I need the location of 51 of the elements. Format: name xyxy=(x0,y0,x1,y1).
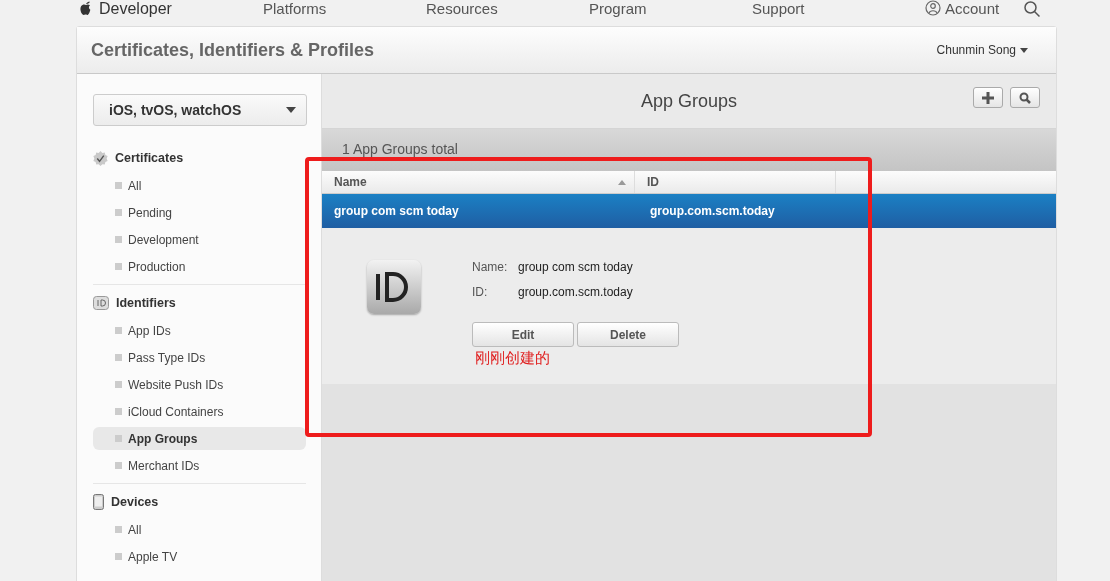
id-badge-icon xyxy=(93,296,109,310)
nav-link[interactable]: Program xyxy=(589,0,752,17)
user-menu[interactable]: Chunmin Song xyxy=(936,43,1028,57)
section-title: Identifiers xyxy=(116,296,176,310)
caret-icon xyxy=(1020,47,1028,53)
field-label: ID: xyxy=(472,285,489,301)
field-value: group com scm today xyxy=(518,260,633,276)
caret-icon xyxy=(286,107,296,113)
add-button[interactable] xyxy=(973,87,1003,108)
search-button[interactable] xyxy=(1010,87,1040,108)
certificate-badge-icon xyxy=(93,150,108,166)
nav-link[interactable]: Support xyxy=(752,0,915,17)
table-row[interactable]: group com scm today group.com.scm.today xyxy=(322,194,1056,228)
search-icon xyxy=(1019,91,1031,104)
sidebar-item[interactable]: App IDs xyxy=(93,319,306,342)
column-header[interactable]: ID xyxy=(635,171,836,193)
phone-icon xyxy=(93,494,104,510)
sidebar-item[interactable]: Apple TV xyxy=(93,545,306,568)
edit-button[interactable]: Edit xyxy=(472,322,574,347)
sidebar-item[interactable]: App Groups xyxy=(93,427,306,450)
account-link[interactable]: Account xyxy=(945,0,1000,17)
search-icon[interactable] xyxy=(1023,0,1042,18)
sidebar-item[interactable]: iCloud Containers xyxy=(93,400,306,423)
annotation-text: 刚刚创建的 xyxy=(475,349,551,368)
sidebar-item[interactable]: All xyxy=(93,518,306,541)
nav-link[interactable]: Resources xyxy=(426,0,589,17)
brand-name[interactable]: Developer xyxy=(99,0,172,18)
sidebar-item[interactable]: Pass Type IDs xyxy=(93,346,306,369)
sidebar-item[interactable]: Website Push IDs xyxy=(93,373,306,396)
field-label: Name: xyxy=(472,260,509,276)
apple-logo-icon[interactable] xyxy=(79,0,93,16)
section-heading: App Groups xyxy=(640,90,738,112)
plus-icon xyxy=(982,91,994,104)
table-cell-text: group com scm today xyxy=(333,204,460,218)
platform-dropdown[interactable]: iOS, tvOS, watchOS xyxy=(93,94,307,126)
sidebar-item[interactable]: Development xyxy=(93,228,306,251)
table-cell-text: group.com.scm.today xyxy=(649,204,775,218)
nav-link[interactable]: Platforms xyxy=(263,0,426,17)
sidebar-item[interactable]: Production xyxy=(93,255,306,278)
page-title: Certificates, Identifiers & Profiles xyxy=(91,39,375,61)
person-icon xyxy=(925,0,941,16)
sidebar-item[interactable]: Merchant IDs xyxy=(93,454,306,477)
delete-button[interactable]: Delete xyxy=(577,322,679,347)
field-value: group.com.scm.today xyxy=(518,285,633,301)
total-count: 1 App Groups total xyxy=(342,141,458,157)
section-title: Certificates xyxy=(115,151,184,165)
section-title: Devices xyxy=(111,495,159,509)
sidebar-item[interactable]: All xyxy=(93,174,306,197)
id-app-icon xyxy=(367,260,421,314)
sidebar-item[interactable]: Pending xyxy=(93,201,306,224)
column-header[interactable]: Name xyxy=(322,171,635,193)
